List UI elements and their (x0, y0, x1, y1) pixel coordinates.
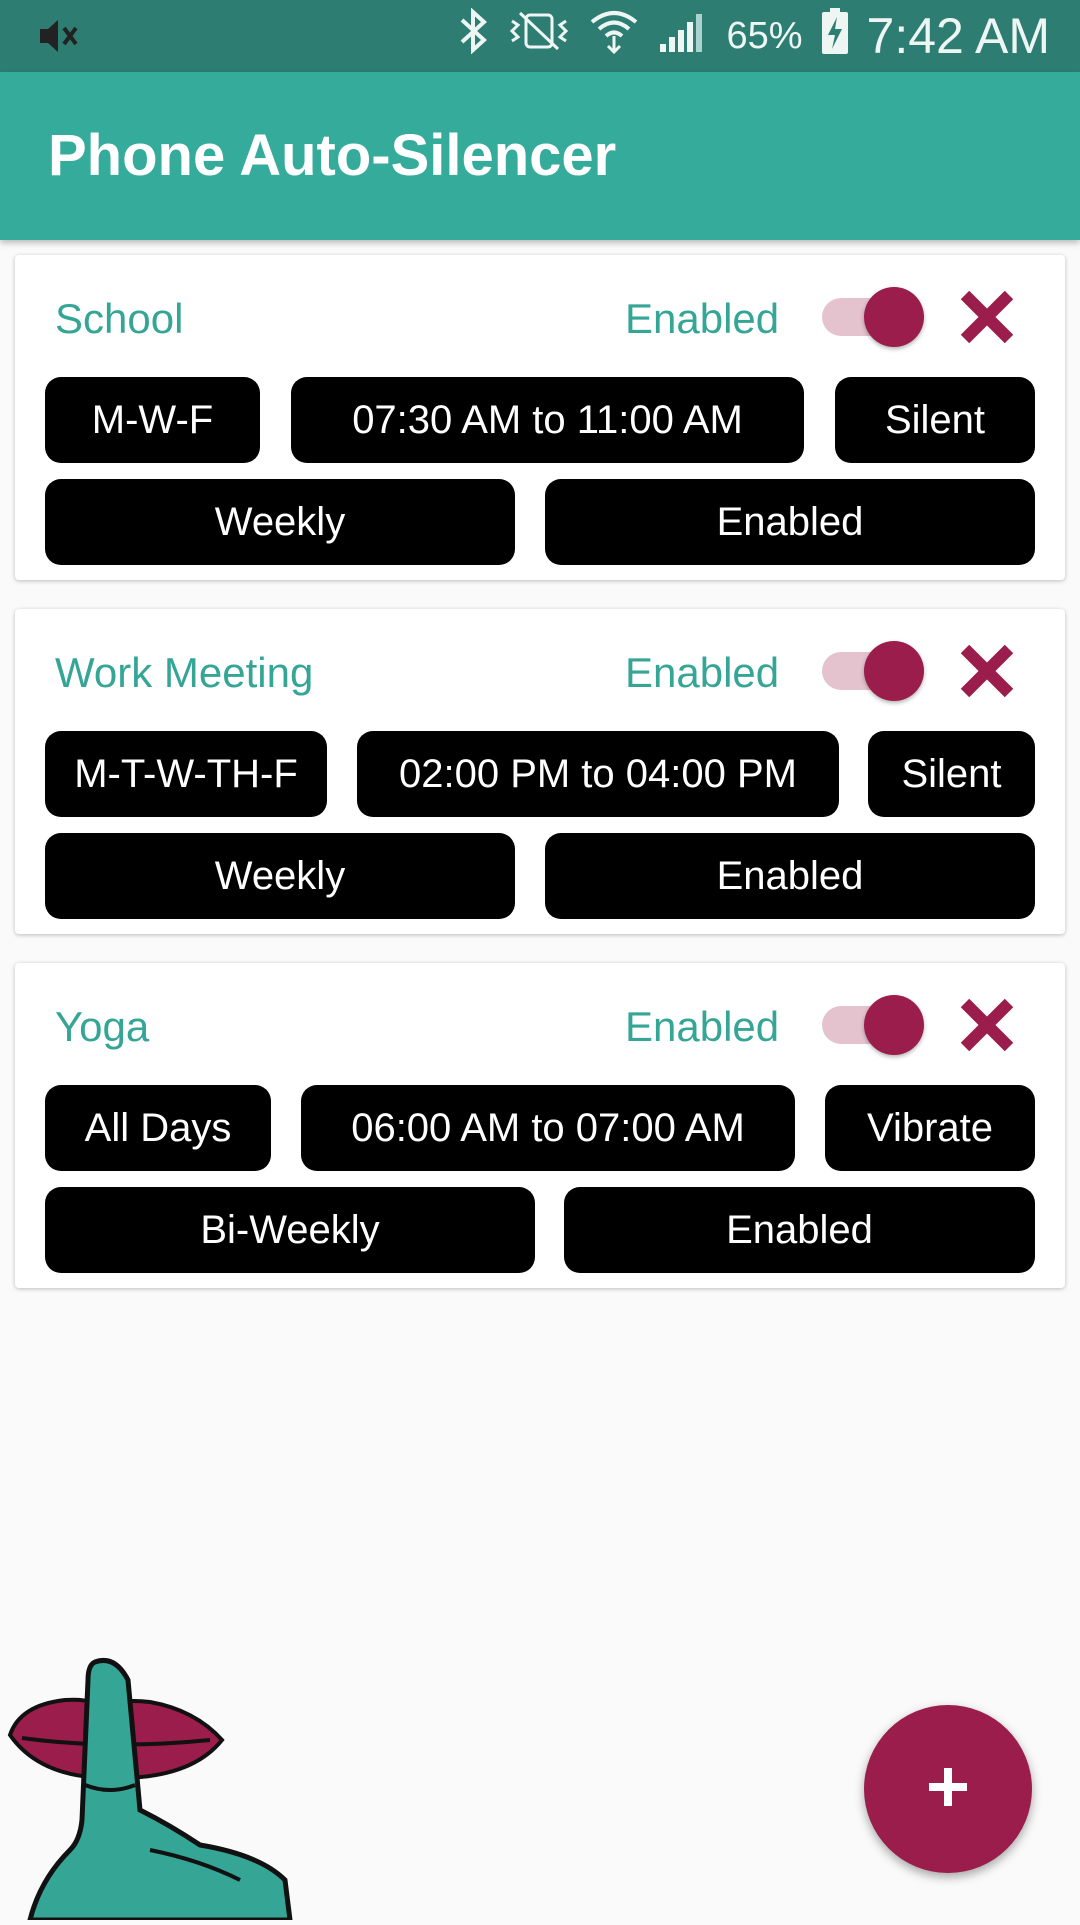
toggle-thumb (864, 995, 924, 1055)
app-bar: Phone Auto-Silencer (0, 72, 1080, 240)
mode-button[interactable]: Vibrate (825, 1085, 1035, 1171)
time-range-button[interactable]: 06:00 AM to 07:00 AM (301, 1085, 795, 1171)
schedule-status-label: Enabled (625, 1003, 780, 1050)
close-icon[interactable] (955, 285, 1019, 349)
mode-button[interactable]: Silent (868, 731, 1035, 817)
plus-icon (923, 1762, 973, 1817)
toggle-thumb (864, 641, 924, 701)
days-button[interactable]: M-T-W-TH-F (45, 731, 327, 817)
app-title: Phone Auto-Silencer (48, 123, 617, 188)
shush-logo (0, 1650, 300, 1923)
schedule-toggle[interactable] (820, 993, 930, 1057)
bluetooth-icon (456, 6, 490, 65)
close-icon[interactable] (955, 639, 1019, 703)
schedule-card[interactable]: School Enabled M-W-F 07:30 AM to 11:00 A… (15, 255, 1065, 580)
close-icon[interactable] (955, 993, 1019, 1057)
schedule-status-label: Enabled (625, 295, 780, 342)
state-button[interactable]: Enabled (564, 1187, 1035, 1273)
repeat-button[interactable]: Weekly (45, 479, 515, 565)
toggle-thumb (864, 287, 924, 347)
schedule-toggle[interactable] (820, 285, 930, 349)
schedule-name: School (55, 295, 184, 342)
schedule-toggle[interactable] (820, 639, 930, 703)
signal-icon (658, 8, 708, 65)
schedule-status-label: Enabled (625, 649, 780, 696)
schedule-card[interactable]: Work Meeting Enabled M-T-W-TH-F 02:00 PM… (15, 609, 1065, 934)
schedule-name: Yoga (55, 1003, 150, 1050)
add-schedule-button[interactable] (864, 1705, 1032, 1873)
state-button[interactable]: Enabled (545, 833, 1035, 919)
wifi-icon (588, 6, 640, 67)
repeat-button[interactable]: Weekly (45, 833, 515, 919)
schedule-name: Work Meeting (55, 649, 314, 696)
time-range-button[interactable]: 02:00 PM to 04:00 PM (357, 731, 839, 817)
days-button[interactable]: M-W-F (45, 377, 260, 463)
mode-button[interactable]: Silent (835, 377, 1035, 463)
status-bar: 65% 7:42 AM (0, 0, 1080, 72)
repeat-button[interactable]: Bi-Weekly (45, 1187, 535, 1273)
schedule-card[interactable]: Yoga Enabled All Days 06:00 AM to 07:00 … (15, 963, 1065, 1288)
days-button[interactable]: All Days (45, 1085, 271, 1171)
battery-percent: 65% (726, 14, 803, 57)
vibrate-icon (508, 9, 570, 64)
state-button[interactable]: Enabled (545, 479, 1035, 565)
mute-icon (36, 16, 80, 61)
time-range-button[interactable]: 07:30 AM to 11:00 AM (291, 377, 804, 463)
battery-charging-icon (821, 7, 849, 66)
clock: 7:42 AM (866, 8, 1050, 64)
